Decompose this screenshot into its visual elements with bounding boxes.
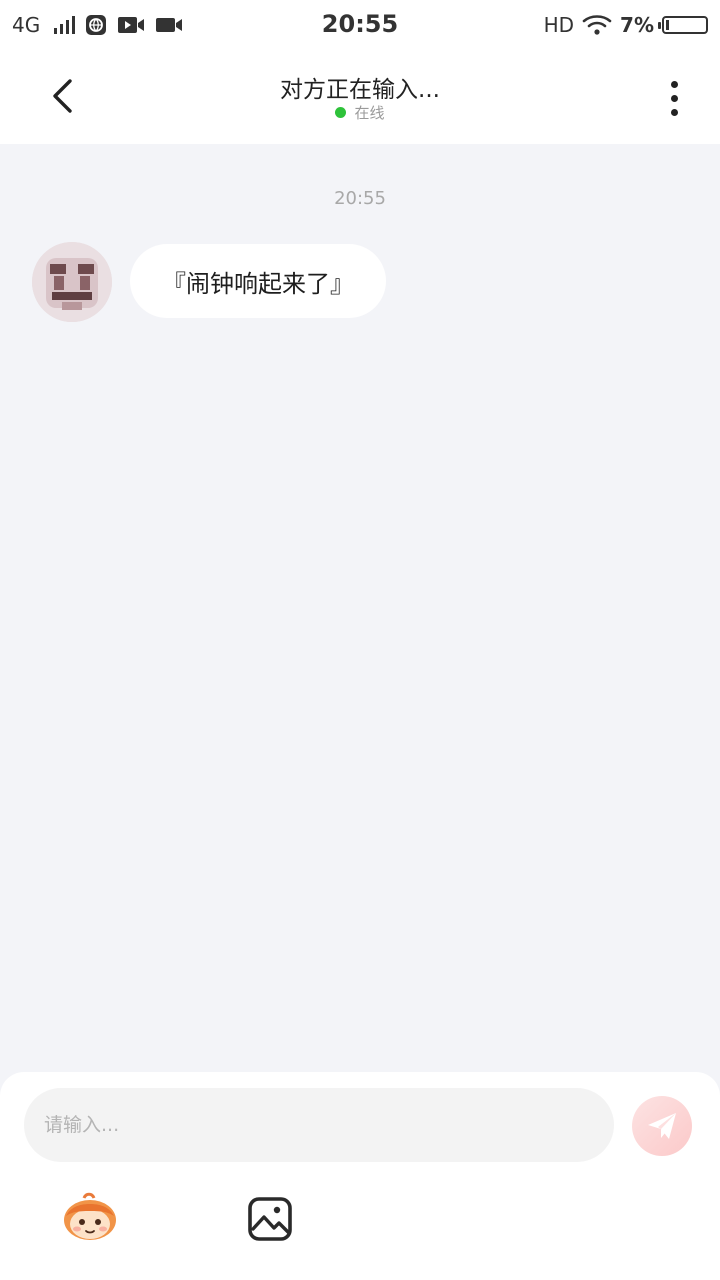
online-status-label: 在线 (354, 104, 385, 122)
status-bar: 4G 20:55 HD 7% (0, 0, 720, 50)
chat-header: 对方正在输入... 在线 (0, 50, 720, 144)
message-timestamp: 20:55 (334, 188, 386, 209)
message-bubble[interactable]: 『闹钟响起来了』 (130, 244, 386, 318)
send-icon (648, 1113, 676, 1139)
battery-percent: 7% (620, 13, 654, 37)
more-vertical-icon (670, 80, 678, 88)
avatar-image (32, 242, 112, 322)
chat-area[interactable]: 20:55 『闹钟响起来了』 (0, 144, 720, 1072)
message-input[interactable] (24, 1088, 614, 1162)
hd-indicator: HD (543, 13, 575, 37)
image-picker-button[interactable] (246, 1196, 294, 1242)
image-icon (248, 1197, 292, 1241)
online-status: 在线 (0, 102, 720, 123)
send-button[interactable] (632, 1096, 692, 1156)
message-text: 『闹钟响起来了』 (162, 269, 354, 298)
wifi-icon (582, 15, 612, 35)
status-right: HD 7% (544, 12, 708, 38)
battery-icon (658, 16, 708, 34)
online-dot-icon (335, 107, 347, 118)
emoji-mascot-icon (64, 1192, 116, 1240)
more-options-button[interactable] (658, 74, 690, 122)
emoji-button[interactable] (60, 1192, 120, 1244)
chat-title: 对方正在输入... (280, 77, 440, 103)
avatar[interactable] (32, 242, 112, 322)
composer-panel (0, 1072, 720, 1280)
